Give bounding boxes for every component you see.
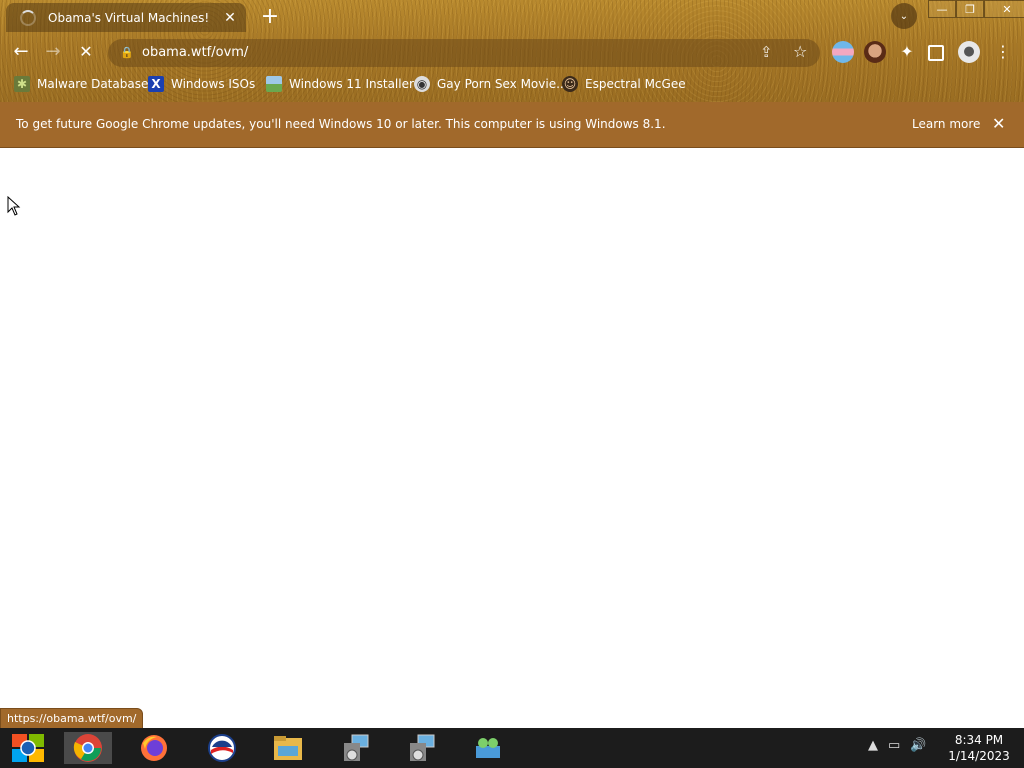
profile-avatar-icon[interactable]: ● [958,41,980,63]
address-bar[interactable]: 🔒 obama.wtf/ovm/ ⇪ ☆ [108,39,820,67]
bookmark-star-icon[interactable]: ☆ [793,42,807,61]
tab-close-icon[interactable]: ✕ [222,10,238,26]
tab-title: Obama's Virtual Machines! [48,10,210,25]
start-logo-icon [12,734,44,762]
start-button[interactable] [2,732,54,764]
installer-icon [410,734,435,761]
mouse-cursor-icon [7,196,21,216]
update-infobar: To get future Google Chrome updates, you… [0,102,1024,148]
loading-spinner-icon [20,9,36,26]
learn-more-link[interactable]: Learn more [912,117,980,131]
page-content[interactable] [0,148,1024,728]
bookmark-item[interactable]: ◉ Gay Porn Sex Movie... [414,75,568,93]
stop-loading-button[interactable]: ✕ [73,39,99,65]
forward-button[interactable]: → [40,39,66,65]
disc-icon: ◉ [414,76,430,92]
installer-icon [344,734,369,761]
extensions-puzzle-icon[interactable]: ✦ [896,41,918,63]
taskbar-chrome[interactable] [64,732,112,764]
back-button[interactable]: ← [8,39,34,65]
bookmark-label: Windows 11 Installer [289,77,414,91]
share-icon[interactable]: ⇪ [760,43,773,61]
window-close-button[interactable]: ✕ [984,0,1024,18]
taskbar-obama-app[interactable] [198,732,246,764]
minimize-button[interactable]: — [928,0,956,18]
bookmark-label: Malware Database [37,77,149,91]
x-logo-icon: X [148,76,164,92]
bug-icon: ✱ [14,76,30,92]
side-panel-icon[interactable] [928,45,944,61]
taskbar-remote-app-2[interactable] [398,732,446,764]
show-hidden-icons-icon[interactable]: ▲ [868,738,878,753]
taskbar-clock[interactable]: 8:34 PM 1/14/2023 [940,732,1018,764]
taskbar-remote-app-1[interactable] [332,732,380,764]
address-bar-url: obama.wtf/ovm/ [142,45,249,60]
image-icon [266,76,282,92]
volume-icon[interactable]: 🔊 [910,738,926,753]
infobar-close-icon[interactable]: ✕ [992,114,1005,133]
obama-logo-icon [208,734,236,762]
bookmark-item[interactable]: X Windows ISOs [148,75,255,93]
network-icon[interactable]: ▭ [888,738,900,753]
chevron-down-icon: ⌄ [899,10,909,22]
window-controls: — ❐ ✕ [928,0,1024,18]
bookmark-label: Windows ISOs [171,77,256,91]
chrome-icon [73,734,102,762]
new-tab-button[interactable]: + [258,5,282,29]
taskbar-network-app[interactable] [464,732,512,764]
lock-icon[interactable]: 🔒 [120,46,134,59]
infobar-message: To get future Google Chrome updates, you… [16,117,666,131]
taskbar: ▲ ▭ 🔊 8:34 PM 1/14/2023 [0,728,1024,768]
clock-time: 8:34 PM [954,733,1004,747]
bookmark-item[interactable]: ☺ Espectral McGee [562,75,686,93]
bookmark-item[interactable]: Windows 11 Installer [266,75,414,93]
browser-frame: Obama's Virtual Machines! ✕ + ⌄ — ❐ ✕ ← … [0,0,1024,102]
users-icon [476,738,500,758]
menu-kebab-icon[interactable]: ⋮ [992,41,1014,63]
clock-date: 1/14/2023 [948,749,1010,763]
tab-active[interactable]: Obama's Virtual Machines! ✕ [6,3,246,32]
status-url-bubble: https://obama.wtf/ovm/ [0,708,144,730]
extension-avatar-icon[interactable] [864,41,886,63]
extension-flag-icon[interactable] [832,41,854,63]
tab-search-button[interactable]: ⌄ [891,3,917,29]
folder-icon [274,736,302,760]
face-icon: ☺ [562,76,578,92]
bookmark-item[interactable]: ✱ Malware Database [14,75,148,93]
bookmark-label: Gay Porn Sex Movie... [437,77,568,91]
bookmarks-bar: ✱ Malware Database X Windows ISOs Window… [0,72,1024,96]
toolbar: ← → ✕ 🔒 obama.wtf/ovm/ ⇪ ☆ ✦ ● ⋮ [0,35,1024,69]
taskbar-firefox[interactable] [130,732,178,764]
firefox-icon [141,735,167,761]
system-tray: ▲ ▭ 🔊 [868,738,926,753]
bookmark-label: Espectral McGee [585,77,686,91]
taskbar-file-explorer[interactable] [264,732,312,764]
restore-button[interactable]: ❐ [956,0,984,18]
